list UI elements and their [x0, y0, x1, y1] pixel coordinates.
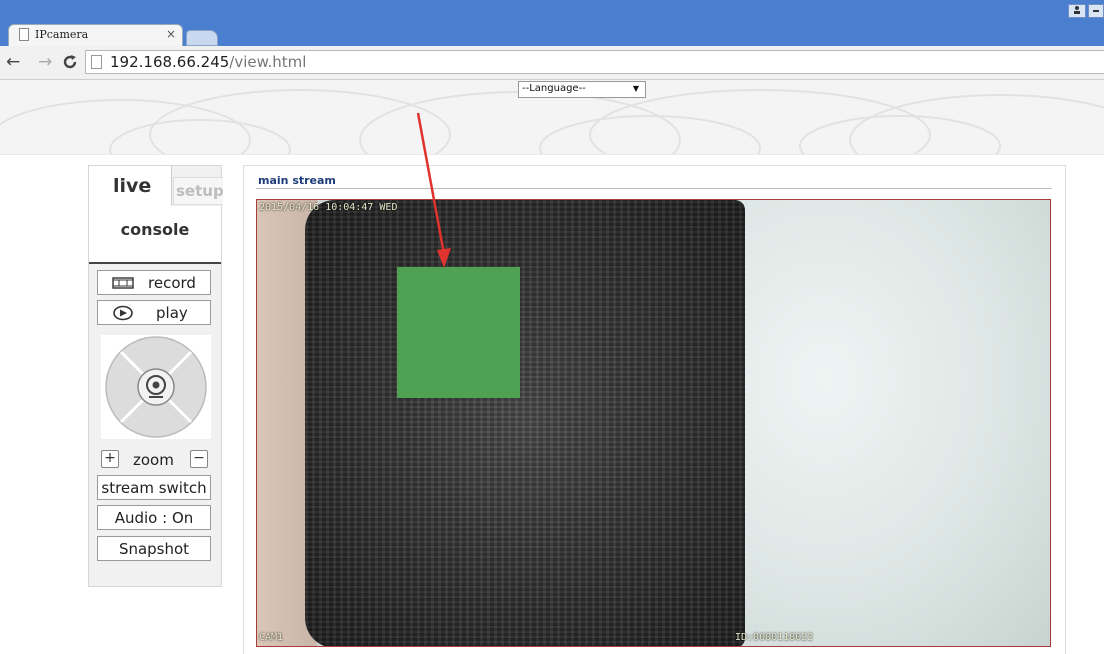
annotation-arrow	[416, 112, 451, 268]
